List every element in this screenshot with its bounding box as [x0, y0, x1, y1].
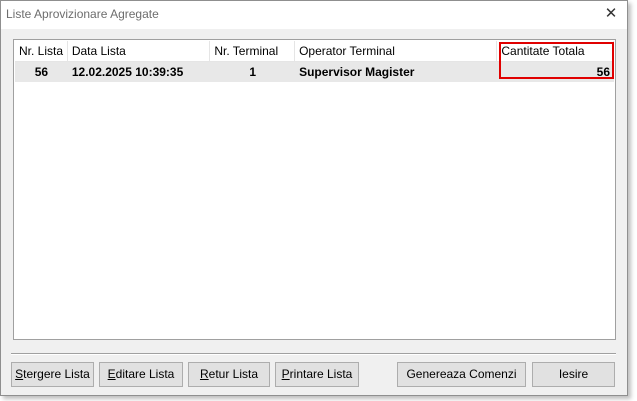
- stergere-mnemonic: S: [15, 367, 24, 381]
- cell-operator-terminal: Supervisor Magister: [299, 65, 415, 79]
- column-header-operator-terminal[interactable]: Operator Terminal: [295, 41, 498, 61]
- cell-data-lista: 12.02.2025 10:39:35: [71, 65, 184, 79]
- cell-cantitate-totala: 56: [596, 65, 610, 79]
- printare-label: rintare Lista: [289, 367, 353, 381]
- cell-nr-terminal: 1: [249, 65, 257, 79]
- iesire-button[interactable]: Iesire: [532, 362, 615, 387]
- column-header-nr-lista[interactable]: Nr. Lista: [15, 41, 68, 61]
- title-bar: Liste Aprovizionare Agregate ✕: [1, 1, 627, 29]
- stergere-lista-button[interactable]: Stergere Lista: [11, 362, 94, 387]
- lists-table[interactable]: Nr. Lista Data Lista Nr. Terminal Operat…: [13, 39, 616, 340]
- stergere-label: tergere Lista: [23, 367, 90, 381]
- retur-label: etur Lista: [208, 367, 259, 381]
- retur-lista-button[interactable]: Retur Lista: [188, 362, 270, 387]
- editare-label: ditare Lista: [115, 367, 175, 381]
- close-icon[interactable]: ✕: [599, 3, 623, 25]
- printare-mnemonic: P: [281, 367, 290, 381]
- table-header: Nr. Lista Data Lista Nr. Terminal Operat…: [15, 41, 614, 62]
- column-header-cantitate-totala[interactable]: Cantitate Totala: [497, 41, 614, 61]
- window-title: Liste Aprovizionare Agregate: [6, 7, 159, 21]
- dialog-window: Liste Aprovizionare Agregate ✕ Nr. Lista…: [0, 0, 628, 396]
- cell-nr-lista: 56: [34, 65, 49, 79]
- retur-mnemonic: R: [199, 367, 209, 381]
- column-header-data-lista[interactable]: Data Lista: [68, 41, 211, 61]
- column-header-nr-terminal[interactable]: Nr. Terminal: [210, 41, 296, 61]
- printare-lista-button[interactable]: Printare Lista: [275, 362, 359, 387]
- editare-lista-button[interactable]: Editare Lista: [99, 362, 183, 387]
- genereaza-comenzi-button[interactable]: Genereaza Comenzi: [397, 362, 526, 387]
- separator: [11, 353, 616, 355]
- editare-mnemonic: E: [107, 367, 116, 381]
- table-row[interactable]: 56 12.02.2025 10:39:35 1 Supervisor Magi…: [15, 62, 614, 82]
